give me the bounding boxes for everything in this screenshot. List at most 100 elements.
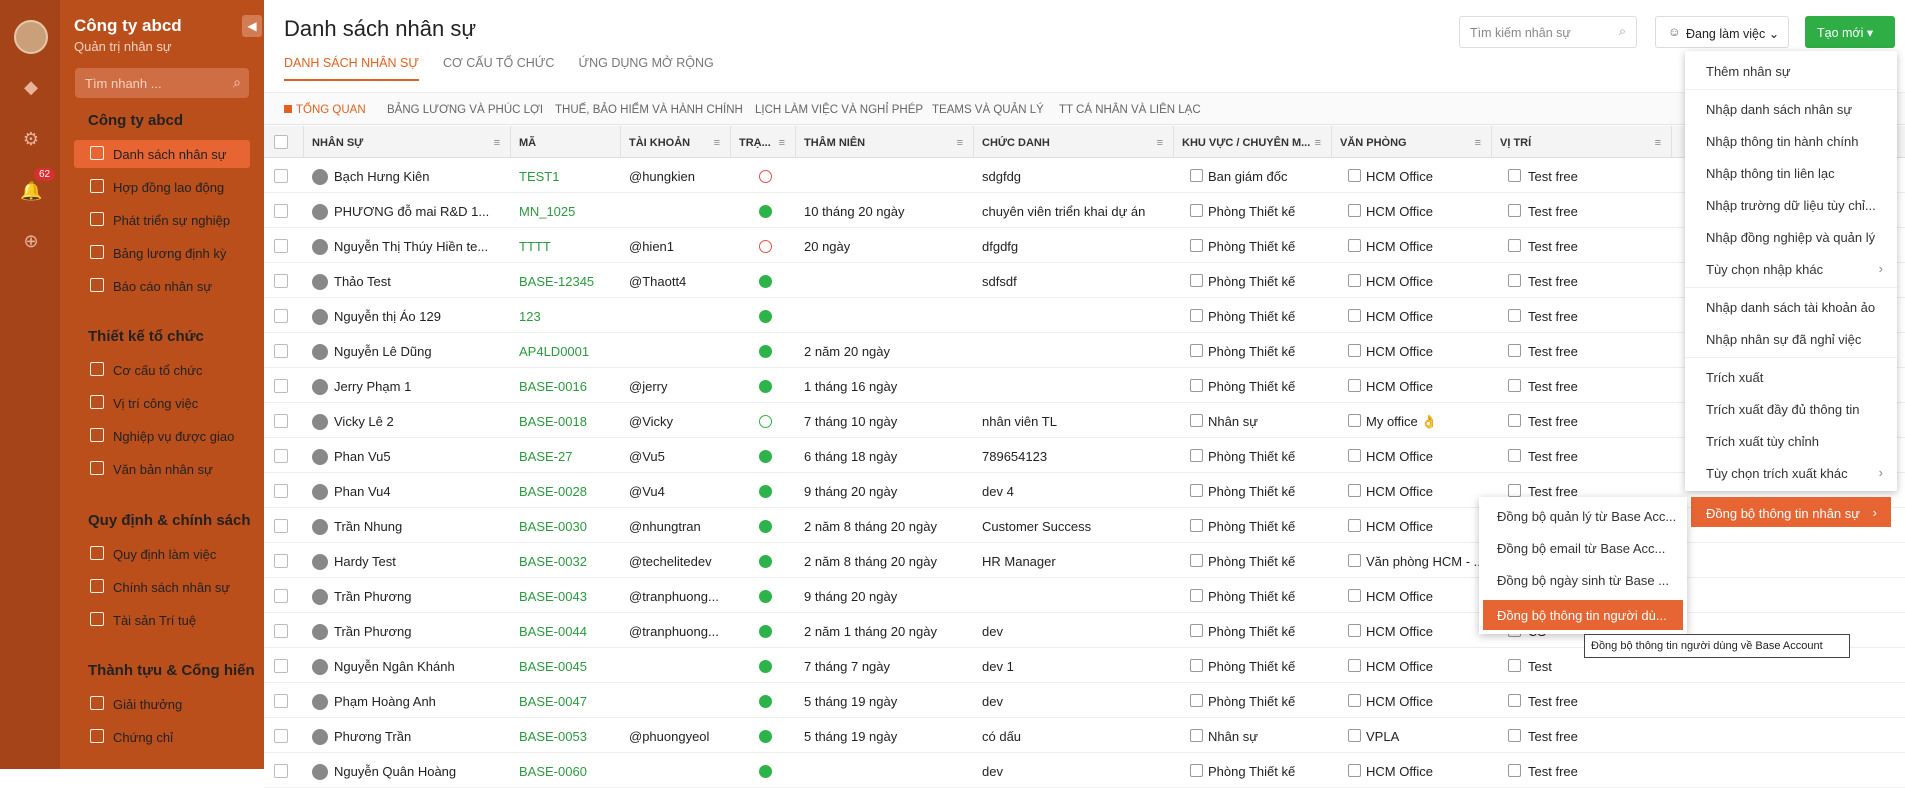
row-checkbox[interactable] xyxy=(274,764,288,778)
cell-name[interactable]: Nguyễn Thị Thúy Hiền te... xyxy=(334,228,509,263)
filter-icon[interactable]: ≡ xyxy=(714,137,720,149)
subtab-personal[interactable]: TT CÁ NHÂN VÀ LIÊN LẠC xyxy=(1059,104,1201,116)
settings-icon[interactable]: ⚙ xyxy=(20,128,42,150)
column-header[interactable]: VỊ TRÍ ≡ xyxy=(1492,126,1672,158)
sidebar-item-employee-list[interactable]: Danh sách nhân sự xyxy=(74,140,250,168)
row-checkbox[interactable] xyxy=(274,204,288,218)
column-header[interactable]: KHU VỰC / CHUYÊN M... ≡ xyxy=(1174,126,1332,158)
menu-item-import-colleagues[interactable]: Nhập đồng nghiệp và quản lý xyxy=(1685,221,1897,253)
column-header[interactable]: TRẠ... ≡ xyxy=(731,126,796,158)
filter-icon[interactable]: ≡ xyxy=(957,137,963,149)
sidebar-item-work-rules[interactable]: Quy định làm việc xyxy=(74,540,250,568)
user-avatar[interactable] xyxy=(14,20,48,54)
menu-item-import-resigned[interactable]: Nhập nhân sự đã nghỉ việc xyxy=(1685,323,1897,355)
add-icon[interactable]: ⊕ xyxy=(20,230,42,252)
table-row[interactable]: Nguyễn Quân Hoàng BASE-0060 dev Phòng Thiết… xyxy=(264,753,1905,788)
subtab-tax[interactable]: THUẾ, BẢO HIỂM VÀ HÀNH CHÍNH xyxy=(555,104,743,116)
column-header[interactable]: MÃ xyxy=(511,126,621,158)
row-checkbox[interactable] xyxy=(274,729,288,743)
table-row[interactable]: Phạm Hoàng Anh BASE-0047 5 tháng 19 ngày de… xyxy=(264,683,1905,718)
column-header[interactable]: THÂM NIÊN ≡ xyxy=(796,126,974,158)
table-row[interactable]: Phan Vu5 BASE-27 @Vu5 6 tháng 18 ngày 789654… xyxy=(264,438,1905,473)
row-checkbox[interactable] xyxy=(274,519,288,533)
sidebar-item-career[interactable]: Phát triển sự nghiệp xyxy=(74,206,250,234)
tab-employee-list[interactable]: DANH SÁCH NHÂN SỰ xyxy=(284,56,419,81)
create-button[interactable]: Tạo mới ▾ xyxy=(1805,16,1895,48)
table-row[interactable]: PHƯƠNG đỗ mai R&D 1... MN_1025 10 tháng 20… xyxy=(264,193,1905,228)
cell-name[interactable]: Jerry Phạm 1 xyxy=(334,368,509,403)
row-checkbox[interactable] xyxy=(274,379,288,393)
submenu-item-sync-user-info[interactable]: Đồng bộ thông tin người dù... xyxy=(1483,600,1683,630)
quick-search-input[interactable]: Tìm nhanh ... ⌕ xyxy=(75,68,249,98)
filter-icon[interactable]: ≡ xyxy=(1475,137,1481,149)
menu-item-sync-employee-info[interactable]: Đồng bộ thông tin nhân sự › xyxy=(1691,497,1891,527)
cell-name[interactable]: Phạm Hoàng Anh xyxy=(334,683,509,718)
subtab-schedule[interactable]: LỊCH LÀM VIỆC VÀ NGHỈ PHÉP xyxy=(755,104,923,116)
sidebar-item-ip-assets[interactable]: Tài sản Trí tuệ xyxy=(74,606,250,634)
column-header[interactable]: VĂN PHÒNG ≡ xyxy=(1332,126,1492,158)
menu-item-add-employee[interactable]: Thêm nhân sự xyxy=(1685,55,1897,87)
app-logo-icon[interactable]: ◆ xyxy=(20,76,42,98)
table-row[interactable]: Thảo Test BASE-12345 @Thaott4 sdfsdf Phòng T… xyxy=(264,263,1905,298)
sidebar-item-reports[interactable]: Báo cáo nhân sự xyxy=(74,272,250,300)
filter-icon[interactable]: ≡ xyxy=(494,137,500,149)
filter-icon[interactable]: ≡ xyxy=(1655,137,1661,149)
cell-name[interactable]: Trần Phương xyxy=(334,613,509,648)
employee-search-input[interactable]: Tìm kiếm nhân sự ⌕ xyxy=(1459,16,1637,48)
row-checkbox[interactable] xyxy=(274,484,288,498)
submenu-item-sync-email[interactable]: Đồng bộ email từ Base Acc... xyxy=(1479,533,1687,563)
cell-name[interactable]: Bạch Hưng Kiên xyxy=(334,158,509,193)
row-checkbox[interactable] xyxy=(274,659,288,673)
cell-name[interactable]: Phan Vu4 xyxy=(334,473,509,508)
sidebar-item-certificates[interactable]: Chứng chỉ xyxy=(74,723,250,751)
cell-name[interactable]: Nguyễn thị Áo 129 xyxy=(334,298,509,333)
sidebar-item-contracts[interactable]: Hợp đồng lao động xyxy=(74,173,250,201)
sidebar-item-assigned-tasks[interactable]: Nghiệp vụ được giao xyxy=(74,422,250,450)
subtab-teams[interactable]: TEAMS VÀ QUẢN LÝ xyxy=(932,104,1044,116)
table-row[interactable]: Jerry Phạm 1 BASE-0016 @jerry 1 tháng 16 ng… xyxy=(264,368,1905,403)
submenu-item-sync-managers[interactable]: Đồng bộ quản lý từ Base Acc... xyxy=(1479,501,1687,531)
bell-icon[interactable]: 🔔 xyxy=(20,180,42,202)
cell-name[interactable]: PHƯƠNG đỗ mai R&D 1... xyxy=(334,193,509,228)
table-row[interactable]: Phương Trần BASE-0053 @phuongyeol 5 tháng 1… xyxy=(264,718,1905,753)
sidebar-item-job-positions[interactable]: Vị trí công việc xyxy=(74,389,250,417)
row-checkbox[interactable] xyxy=(274,694,288,708)
row-checkbox[interactable] xyxy=(274,554,288,568)
sidebar-item-hr-policy[interactable]: Chính sách nhân sự xyxy=(74,573,250,601)
sidebar-item-awards[interactable]: Giải thưởng xyxy=(74,690,250,718)
menu-item-import-contact[interactable]: Nhập thông tin liên lạc xyxy=(1685,157,1897,189)
filter-icon[interactable]: ≡ xyxy=(779,137,785,149)
sidebar-item-payroll[interactable]: Bảng lương định kỳ xyxy=(74,239,250,267)
sidebar-item-documents[interactable]: Văn bản nhân sự xyxy=(74,455,250,483)
select-all-checkbox[interactable] xyxy=(274,135,288,149)
cell-name[interactable]: Trần Phương xyxy=(334,578,509,613)
tab-extensions[interactable]: ỨNG DỤNG MỞ RỘNG xyxy=(578,56,713,81)
cell-name[interactable]: Trần Nhung xyxy=(334,508,509,543)
row-checkbox[interactable] xyxy=(274,449,288,463)
cell-name[interactable]: Nguyễn Quân Hoàng xyxy=(334,753,509,788)
row-checkbox[interactable] xyxy=(274,344,288,358)
table-row[interactable]: Bạch Hưng Kiên TEST1 @hungkien sdgfdg Ban gi… xyxy=(264,158,1905,193)
table-row[interactable]: Nguyễn thị Áo 129 123 Phòng Thiết kế HCM Of… xyxy=(264,298,1905,333)
filter-icon[interactable]: ≡ xyxy=(1315,137,1321,149)
column-header[interactable]: CHỨC DANH ≡ xyxy=(974,126,1174,158)
row-checkbox[interactable] xyxy=(274,589,288,603)
cell-name[interactable]: Vicky Lê 2 xyxy=(334,403,509,438)
cell-name[interactable]: Nguyễn Lê Dũng xyxy=(334,333,509,368)
subtab-overview[interactable]: TỔNG QUAN xyxy=(284,104,366,116)
row-checkbox[interactable] xyxy=(274,274,288,288)
column-header[interactable]: NHÂN SỰ ≡ xyxy=(304,126,511,158)
sidebar-item-org-structure[interactable]: Cơ cấu tổ chức xyxy=(74,356,250,384)
column-header[interactable]: TÀI KHOẢN ≡ xyxy=(621,126,731,158)
cell-name[interactable]: Hardy Test xyxy=(334,543,509,578)
menu-item-export-full[interactable]: Trích xuất đầy đủ thông tin xyxy=(1685,393,1897,425)
menu-item-other-import[interactable]: Tùy chọn nhập khác › xyxy=(1685,253,1897,285)
row-checkbox[interactable] xyxy=(274,169,288,183)
menu-item-import-list[interactable]: Nhập danh sách nhân sự xyxy=(1685,93,1897,125)
row-checkbox[interactable] xyxy=(274,624,288,638)
menu-item-import-virtual-accounts[interactable]: Nhập danh sách tài khoản ảo xyxy=(1685,291,1897,323)
tab-org-structure[interactable]: CƠ CẤU TỔ CHỨC xyxy=(443,56,554,81)
status-filter-dropdown[interactable]: ☺ Đang làm việc ⌄ xyxy=(1655,16,1789,48)
submenu-item-sync-birthday[interactable]: Đồng bộ ngày sinh từ Base ... xyxy=(1479,565,1687,595)
row-checkbox[interactable] xyxy=(274,239,288,253)
